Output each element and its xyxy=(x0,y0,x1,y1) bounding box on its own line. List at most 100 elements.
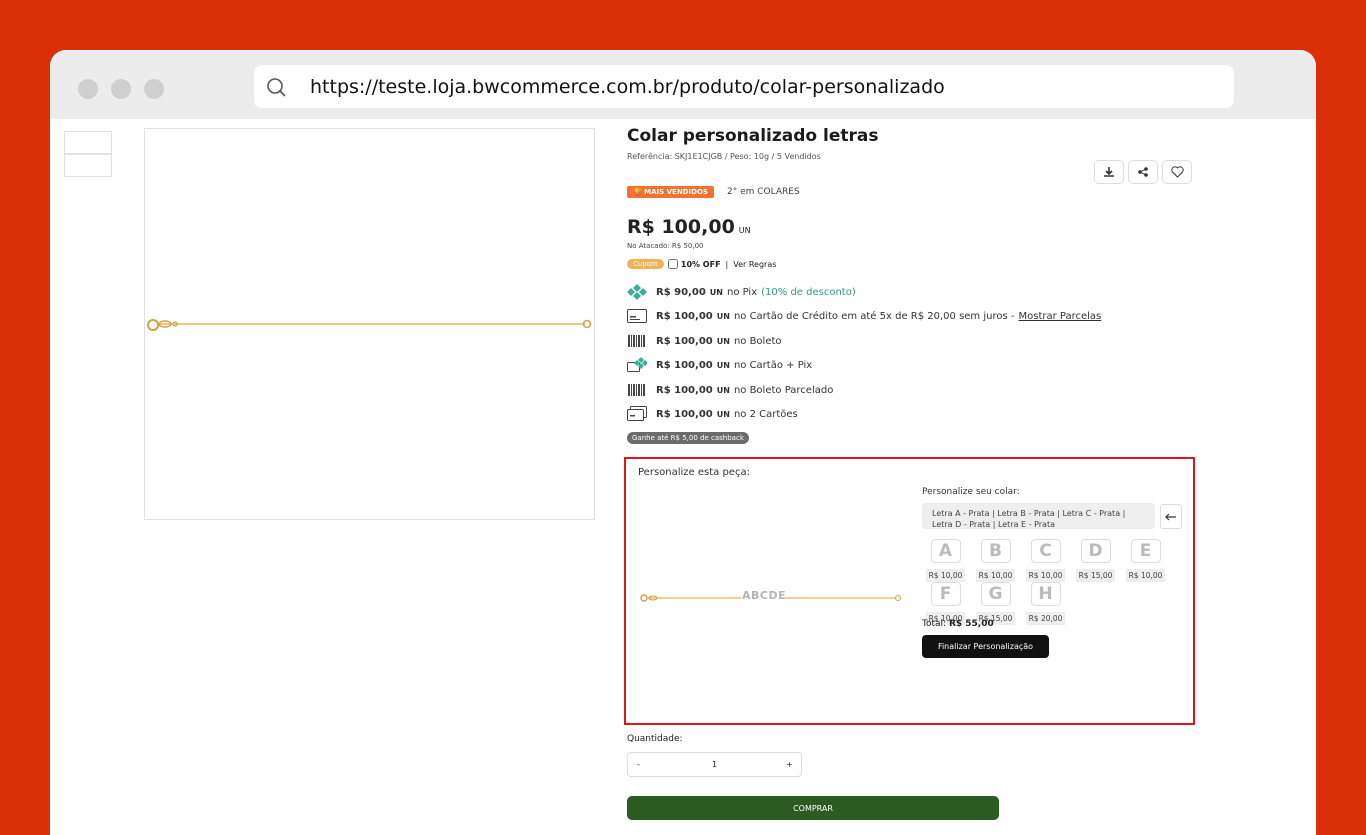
boleto-parcelado-unit: UN xyxy=(716,385,730,395)
download-icon xyxy=(1104,167,1114,177)
price-value: R$ 100,00 xyxy=(627,216,735,238)
letter-price: R$ 15,00 xyxy=(1075,569,1116,582)
share-icon xyxy=(1138,167,1148,177)
payment-card-pix: R$ 100,00 UN no Cartão + Pix xyxy=(627,357,812,373)
letter-glyph: C xyxy=(1030,539,1061,563)
coupon-discount: 10% OFF xyxy=(680,259,721,269)
thumbnail-1[interactable] xyxy=(64,131,112,154)
best-seller-badge: 🏆 MAIS VENDIDOS xyxy=(627,186,714,198)
necklace-image xyxy=(147,319,592,331)
window-dot-close[interactable] xyxy=(78,79,98,99)
payment-credit-card: R$ 100,00 UN no Cartão de Crédito em até… xyxy=(627,308,1101,324)
total-value: R$ 55,00 xyxy=(948,619,994,629)
quantity-label: Quantidade: xyxy=(627,734,683,744)
customize-selection-field[interactable]: Letra A - Prata | Letra B - Prata | Letr… xyxy=(922,503,1155,529)
url-text: https://teste.loja.bwcommerce.com.br/pro… xyxy=(310,76,945,98)
share-button[interactable] xyxy=(1128,160,1158,184)
letter-glyph: G xyxy=(980,582,1011,606)
product-title: Colar personalizado letras xyxy=(627,126,879,146)
letter-price: R$ 10,00 xyxy=(975,569,1016,582)
two-cards-icon xyxy=(627,406,647,422)
pix-price: R$ 90,00 xyxy=(656,286,706,298)
letter-glyph: E xyxy=(1130,539,1161,563)
finalize-customization-button[interactable]: Finalizar Personalização xyxy=(922,635,1049,658)
product-price: R$ 100,00 UN xyxy=(627,216,751,238)
quantity-plus-button[interactable]: + xyxy=(786,760,793,769)
best-seller-label: MAIS VENDIDOS xyxy=(644,188,708,196)
letter-option-e[interactable]: E R$ 10,00 xyxy=(1122,539,1169,582)
coupon-badge: Cupom xyxy=(627,259,664,269)
window-dot-maximize[interactable] xyxy=(144,79,164,99)
card-pix-unit: UN xyxy=(716,360,730,370)
two-cards-text: no 2 Cartões xyxy=(733,408,798,420)
necklace-preview: ABCDE xyxy=(638,587,904,609)
letter-glyph: B xyxy=(980,539,1011,563)
heart-icon xyxy=(1170,166,1184,178)
coupon-row: Cupom 10% OFF | Ver Regras xyxy=(627,259,776,269)
boleto-price: R$ 100,00 xyxy=(656,335,713,347)
letter-glyph: D xyxy=(1080,539,1111,563)
thumbnail-2[interactable] xyxy=(64,154,112,177)
coupon-rules-link[interactable]: Ver Regras xyxy=(733,260,776,269)
letter-option-a[interactable]: A R$ 10,00 xyxy=(922,539,969,582)
boleto-unit: UN xyxy=(716,336,730,346)
quantity-stepper: - 1 + xyxy=(627,752,802,777)
card-pix-price: R$ 100,00 xyxy=(656,359,713,371)
coupon-separator: | xyxy=(725,259,729,269)
price-unit: UN xyxy=(738,226,751,235)
payment-two-cards: R$ 100,00 UN no 2 Cartões xyxy=(627,406,798,422)
card-pix-icon xyxy=(627,357,647,373)
card-price: R$ 100,00 xyxy=(656,310,713,322)
letter-price: R$ 10,00 xyxy=(1025,569,1066,582)
boleto-parcelado-text: no Boleto Parcelado xyxy=(733,384,834,396)
card-unit: UN xyxy=(716,311,730,321)
search-icon xyxy=(267,78,286,97)
letter-price: R$ 10,00 xyxy=(925,569,966,582)
letter-price: R$ 10,00 xyxy=(1125,569,1166,582)
coupon-checkbox[interactable] xyxy=(667,259,678,269)
letter-price: R$ 20,00 xyxy=(1025,612,1066,625)
cashback-badge: Ganhe até R$ 5,00 de cashback xyxy=(627,432,749,444)
favorite-button[interactable] xyxy=(1162,160,1192,184)
customize-subtitle: Personalize seu colar: xyxy=(922,487,1020,497)
card-pix-text: no Cartão + Pix xyxy=(733,359,813,371)
boleto-parcelado-price: R$ 100,00 xyxy=(656,384,713,396)
boleto-text: no Boleto xyxy=(733,335,782,347)
letter-option-b[interactable]: B R$ 10,00 xyxy=(972,539,1019,582)
letter-option-h[interactable]: H R$ 20,00 xyxy=(1022,582,1069,625)
address-bar[interactable]: https://teste.loja.bwcommerce.com.br/pro… xyxy=(254,65,1234,108)
window-dot-minimize[interactable] xyxy=(111,79,131,99)
show-installments-link[interactable]: Mostrar Parcelas xyxy=(1018,311,1101,322)
boleto-icon xyxy=(627,382,647,398)
total-label: Total: xyxy=(922,619,947,629)
letter-option-c[interactable]: C R$ 10,00 xyxy=(1022,539,1069,582)
customize-panel: Personalize esta peça: ABCDE Personalize… xyxy=(624,457,1195,725)
pix-icon xyxy=(627,284,647,300)
download-button[interactable] xyxy=(1094,160,1124,184)
letter-option-d[interactable]: D R$ 15,00 xyxy=(1072,539,1119,582)
browser-chrome: https://teste.loja.bwcommerce.com.br/pro… xyxy=(50,50,1316,119)
boleto-icon xyxy=(627,333,647,349)
payment-boleto-installments: R$ 100,00 UN no Boleto Parcelado xyxy=(627,382,833,398)
letter-glyph: A xyxy=(930,539,961,563)
product-image[interactable] xyxy=(144,128,595,520)
credit-card-icon xyxy=(627,308,647,324)
product-reference: Referência: SKJ1E1CJGB / Peso: 10g / 5 V… xyxy=(627,152,821,161)
letter-glyph: F xyxy=(930,582,961,606)
category-rank: 2° em COLARES xyxy=(727,187,800,197)
card-text: no Cartão de Crédito em até 5x de R$ 20,… xyxy=(733,310,1015,322)
pix-unit: UN xyxy=(709,287,723,297)
back-arrow-button[interactable] xyxy=(1160,504,1182,529)
pix-text: no Pix xyxy=(726,286,758,298)
payment-pix: R$ 90,00 UN no Pix (10% de desconto) xyxy=(627,284,856,300)
buy-button[interactable]: COMPRAR xyxy=(627,796,999,820)
two-cards-unit: UN xyxy=(716,409,730,419)
browser-window: https://teste.loja.bwcommerce.com.br/pro… xyxy=(50,50,1316,835)
quantity-input[interactable]: 1 xyxy=(712,760,717,769)
preview-letters: ABCDE xyxy=(742,589,787,602)
payment-boleto: R$ 100,00 UN no Boleto xyxy=(627,333,782,349)
quantity-minus-button[interactable]: - xyxy=(637,760,640,769)
customize-title: Personalize esta peça: xyxy=(638,467,750,478)
letter-glyph: H xyxy=(1030,582,1061,606)
arrow-left-icon xyxy=(1165,513,1176,520)
